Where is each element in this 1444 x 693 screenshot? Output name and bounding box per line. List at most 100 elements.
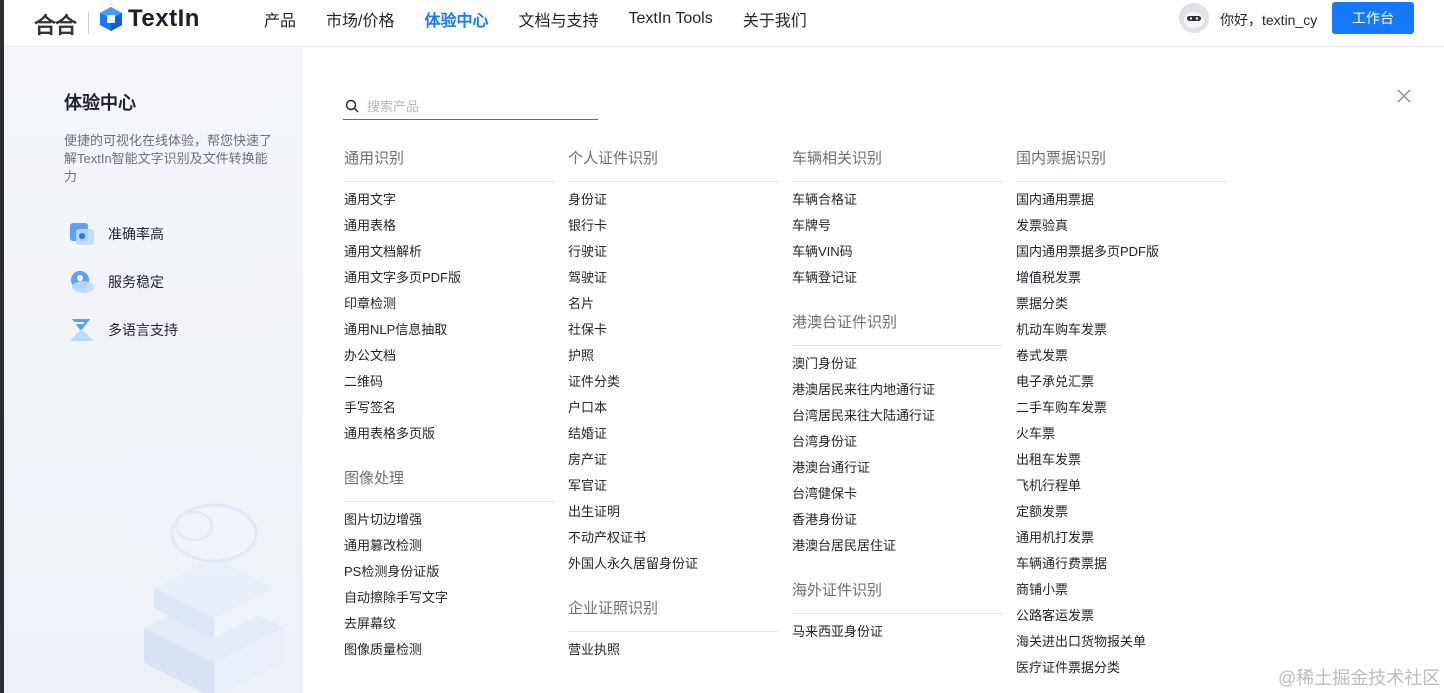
product-link[interactable]: 国内通用票据多页PDF版 xyxy=(1016,244,1226,270)
product-link[interactable]: 火车票 xyxy=(1016,426,1226,452)
user-avatar[interactable] xyxy=(1179,3,1209,33)
product-link[interactable]: 印章检测 xyxy=(344,296,554,322)
product-link[interactable]: 增值税发票 xyxy=(1016,270,1226,296)
stable-service-icon xyxy=(71,271,94,293)
product-link[interactable]: 护照 xyxy=(568,348,778,374)
product-link[interactable]: 车辆合格证 xyxy=(792,192,1002,218)
product-link[interactable]: 港澳台居民居住证 xyxy=(792,538,1002,564)
product-link[interactable]: 图像质量检测 xyxy=(344,642,554,668)
product-link[interactable]: 车牌号 xyxy=(792,218,1002,244)
nav-item[interactable]: 产品 xyxy=(264,7,296,31)
product-link[interactable]: 二维码 xyxy=(344,374,554,400)
workbench-button[interactable]: 工作台 xyxy=(1332,2,1414,34)
product-link[interactable]: 身份证 xyxy=(568,192,778,218)
product-category: 海外证件识别马来西亚身份证 xyxy=(792,576,1002,650)
product-link[interactable]: 图片切边增强 xyxy=(344,512,554,538)
product-menu-panel: 通用识别通用文字通用表格通用文档解析通用文字多页PDF版印章检测通用NLP信息抽… xyxy=(303,48,1444,693)
product-link[interactable]: 银行卡 xyxy=(568,218,778,244)
product-link[interactable]: 商铺小票 xyxy=(1016,582,1226,608)
product-link[interactable]: 香港身份证 xyxy=(792,512,1002,538)
product-link[interactable]: 车辆VIN码 xyxy=(792,244,1002,270)
product-link[interactable]: 手写签名 xyxy=(344,400,554,426)
product-link[interactable]: 二手车购车发票 xyxy=(1016,400,1226,426)
logo-divider xyxy=(88,12,89,34)
product-link[interactable]: 行驶证 xyxy=(568,244,778,270)
search-input[interactable] xyxy=(367,98,587,114)
textin-logo-text[interactable]: TextIn xyxy=(128,5,200,33)
accuracy-icon xyxy=(70,223,94,245)
product-link[interactable]: 台湾居民来往大陆通行证 xyxy=(792,408,1002,434)
category-title: 海外证件识别 xyxy=(792,576,1002,614)
product-link[interactable]: 出租车发票 xyxy=(1016,452,1226,478)
feature-label: 服务稳定 xyxy=(108,274,164,290)
product-search xyxy=(343,93,598,120)
product-link[interactable]: 通用机打发票 xyxy=(1016,530,1226,556)
product-link[interactable]: 外国人永久居留身份证 xyxy=(568,556,778,582)
product-link[interactable]: 车辆通行费票据 xyxy=(1016,556,1226,582)
product-link[interactable]: 机动车购车发票 xyxy=(1016,322,1226,348)
product-link[interactable]: 海关进出口货物报关单 xyxy=(1016,634,1226,660)
main-nav: 产品 市场/价格 体验中心 文档与支持 TextIn Tools 关于我们 xyxy=(264,0,837,37)
product-link[interactable]: 户口本 xyxy=(568,400,778,426)
product-link[interactable]: 通用文字多页PDF版 xyxy=(344,270,554,296)
product-link[interactable]: 台湾健保卡 xyxy=(792,486,1002,512)
product-link[interactable]: 发票验真 xyxy=(1016,218,1226,244)
product-link[interactable]: 卷式发票 xyxy=(1016,348,1226,374)
product-link[interactable]: 通用表格 xyxy=(344,218,554,244)
product-link[interactable]: 通用文字 xyxy=(344,192,554,218)
product-link[interactable]: 军官证 xyxy=(568,478,778,504)
feature-label: 准确率高 xyxy=(108,226,164,242)
product-link[interactable]: 港澳居民来往内地通行证 xyxy=(792,382,1002,408)
product-link[interactable]: 驾驶证 xyxy=(568,270,778,296)
menu-column-2: 个人证件识别身份证 银行卡 行驶证 驾驶证 名片 社保卡 护照 证件分类 户口本 结婚证 房产证 军官… xyxy=(568,144,778,680)
nav-item[interactable]: 市场/价格 xyxy=(326,7,394,31)
product-link[interactable]: 澳门身份证 xyxy=(792,356,1002,382)
product-category: 港澳台证件识别 澳门身份证 港澳居民来往内地通行证 台湾居民来往大陆通行证 台湾身份证港… xyxy=(792,308,1002,564)
product-link[interactable]: 车辆登记证 xyxy=(792,270,1002,296)
product-link[interactable]: 马来西亚身份证 xyxy=(792,624,1002,650)
product-link[interactable]: 社保卡 xyxy=(568,322,778,348)
product-link[interactable]: 台湾身份证 xyxy=(792,434,1002,460)
product-link[interactable]: 港澳台通行证 xyxy=(792,460,1002,486)
product-link[interactable]: PS检测身份证版 xyxy=(344,564,554,590)
close-icon[interactable] xyxy=(1396,88,1412,104)
product-link[interactable]: 营业执照 xyxy=(568,642,778,668)
category-title: 港澳台证件识别 xyxy=(792,308,1002,346)
feature-stable: 服务稳定 xyxy=(68,268,164,296)
product-link[interactable]: 定额发票 xyxy=(1016,504,1226,530)
product-link[interactable]: 国内通用票据 xyxy=(1016,192,1226,218)
product-link[interactable]: 通用篡改检测 xyxy=(344,538,554,564)
product-link[interactable]: 自动擦除手写文字 xyxy=(344,590,554,616)
product-link[interactable]: 出生证明 xyxy=(568,504,778,530)
product-link[interactable]: 电子承兑汇票 xyxy=(1016,374,1226,400)
nav-item[interactable]: 体验中心 xyxy=(424,7,488,31)
textin-logo-icon[interactable] xyxy=(98,6,124,32)
nav-item[interactable]: TextIn Tools xyxy=(629,10,713,28)
multi-language-icon xyxy=(70,319,94,341)
product-link[interactable]: 办公文档 xyxy=(344,348,554,374)
nav-item[interactable]: 文档与支持 xyxy=(518,7,598,31)
product-link[interactable]: 证件分类 xyxy=(568,374,778,400)
product-link[interactable]: 房产证 xyxy=(568,452,778,478)
product-link[interactable]: 通用NLP信息抽取 xyxy=(344,322,554,348)
product-link[interactable]: 结婚证 xyxy=(568,426,778,452)
product-link[interactable]: 通用文档解析 xyxy=(344,244,554,270)
product-link[interactable]: 不动产权证书 xyxy=(568,530,778,556)
category-title: 国内票据识别 xyxy=(1016,144,1226,182)
menu-column-4: 国内票据识别国内通用票据 发票验真 国内通用票据多页PDF版 增值税发票 票据分类 机动车… xyxy=(1016,144,1226,693)
product-category: 车辆相关识别 车辆合格证 车牌号 车辆VIN码 车辆登记证 xyxy=(792,144,1002,296)
product-link[interactable]: 飞机行程单 xyxy=(1016,478,1226,504)
product-link[interactable]: 公路客运发票 xyxy=(1016,608,1226,634)
product-link[interactable]: 去屏幕纹 xyxy=(344,616,554,642)
product-link[interactable]: 通用表格多页版 xyxy=(344,426,554,452)
search-icon xyxy=(345,99,359,113)
product-category: 企业证照识别营业执照 xyxy=(568,594,778,668)
product-link[interactable]: 名片 xyxy=(568,296,778,322)
hehe-logo[interactable]: 合合 xyxy=(34,8,77,40)
category-title: 个人证件识别 xyxy=(568,144,778,182)
product-link[interactable]: 医疗证件票据分类 xyxy=(1016,660,1226,686)
user-greeting[interactable]: 你好，textin_cy xyxy=(1220,10,1317,30)
product-link[interactable]: 票据分类 xyxy=(1016,296,1226,322)
nav-item[interactable]: 关于我们 xyxy=(743,7,807,31)
category-title: 企业证照识别 xyxy=(568,594,778,632)
